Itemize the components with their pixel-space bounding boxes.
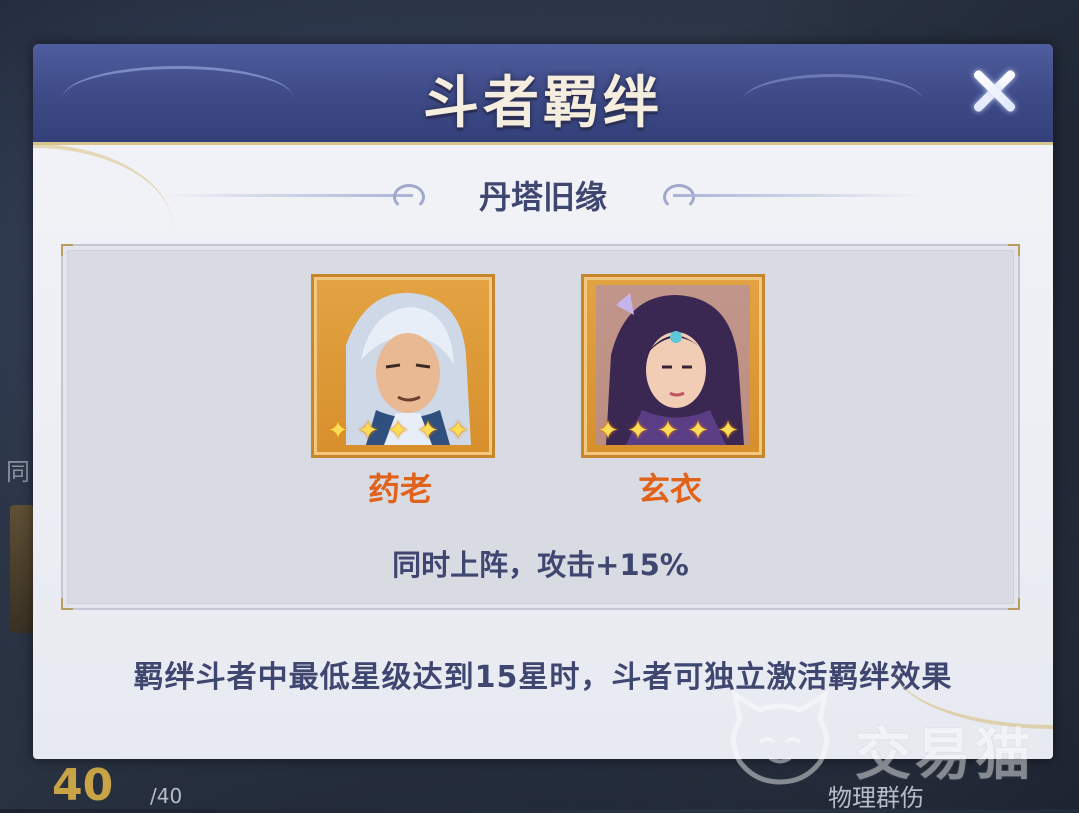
watermark: 交易猫 — [725, 690, 1055, 790]
panel-corner — [61, 244, 73, 256]
subtitle-row: 丹塔旧缘 — [33, 172, 1053, 222]
flame-star-icon: ✦ — [357, 416, 379, 446]
background-level-max: /40 — [150, 784, 183, 808]
star-rating: ✦ ✦ ✦ ✦ ✦ — [324, 417, 472, 445]
bond-panel: ✦ ✦ ✦ ✦ ✦ 药老 ✦ ✦ ✦ ✦ ✦ 玄衣 同时上阵，攻击+15% — [61, 244, 1020, 610]
flame-star-icon: ✦ — [657, 416, 679, 446]
subtitle-divider-right — [673, 194, 923, 197]
modal-header: 斗者羁绊 — [33, 44, 1053, 145]
flame-star-icon: ✦ — [447, 416, 469, 446]
close-icon[interactable] — [965, 62, 1023, 120]
background-card-edge — [10, 505, 34, 633]
background-level: 40 — [52, 760, 114, 811]
panel-corner — [1008, 598, 1020, 610]
bond-effect-text: 同时上阵，攻击+15% — [392, 548, 689, 582]
flame-star-icon: ✦ — [627, 416, 649, 446]
panel-corner — [61, 598, 73, 610]
hero-name: 药老 — [367, 470, 432, 508]
panel-corner — [1008, 244, 1020, 256]
hero-card[interactable]: ✦ ✦ ✦ ✦ ✦ — [311, 274, 495, 458]
watermark-text: 交易猫 — [855, 723, 1035, 788]
hero-card[interactable]: ✦ ✦ ✦ ✦ ✦ — [581, 274, 765, 458]
flame-star-icon: ✦ — [717, 416, 739, 446]
flame-star-icon: ✦ — [327, 416, 349, 446]
cat-logo-icon — [731, 690, 829, 785]
flame-star-icon: ✦ — [387, 416, 409, 446]
flame-star-icon: ✦ — [687, 416, 709, 446]
swirl-ornament-icon — [663, 184, 695, 210]
flame-star-icon: ✦ — [597, 416, 619, 446]
flame-star-icon: ✦ — [417, 416, 439, 446]
hero-name: 玄衣 — [637, 470, 702, 508]
bond-modal: 斗者羁绊 丹塔旧缘 ✦ ✦ ✦ ✦ ✦ 药老 ✦ ✦ ✦ ✦ ✦ 玄衣 同时上阵… — [33, 44, 1053, 759]
star-rating: ✦ ✦ ✦ ✦ ✦ — [594, 417, 742, 445]
background-text: 同 — [6, 458, 30, 486]
modal-title: 斗者羁绊 — [423, 70, 663, 136]
